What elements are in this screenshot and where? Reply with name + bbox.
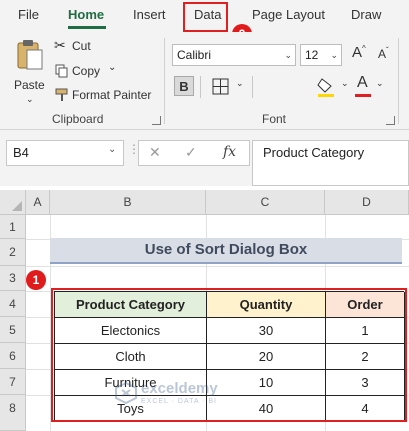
tab-insert[interactable]: Insert [133,7,166,22]
font-group-label: Font [262,112,287,126]
insert-function-button[interactable]: fx [223,144,236,160]
column-header-c[interactable]: C [206,190,325,215]
worksheet-grid: A B C D 1 2 3 4 5 6 7 8 Use of Sort Dial… [0,190,409,431]
clipboard-launcher-icon[interactable] [152,116,161,125]
toolbar-separator [252,76,253,98]
column-header-a[interactable]: A [26,190,50,215]
fill-color-icon[interactable] [316,76,338,98]
tab-draw[interactable]: Draw [351,7,381,22]
toolbar-separator [200,76,201,98]
cut-button[interactable]: Cut [72,39,91,53]
formula-buttons: ✕ ✓ fx [138,140,250,166]
step-badge-1: 1 [26,270,46,290]
tab-file[interactable]: File [18,7,39,22]
sheet-title-cell[interactable]: Use of Sort Dialog Box [50,238,402,264]
borders-icon[interactable] [212,78,230,96]
font-color-icon[interactable]: A [357,74,368,92]
font-color-swatch [355,94,371,97]
tab-page-layout[interactable]: Page Layout [252,7,325,22]
copy-button[interactable]: Copy [72,64,100,78]
bold-button[interactable]: B [174,76,194,96]
row-header-4[interactable]: 4 [0,291,26,317]
row-header-7[interactable]: 7 [0,369,26,395]
cancel-icon[interactable]: ✕ [149,144,161,161]
row-header-2[interactable]: 2 [0,239,26,266]
row-header-6[interactable]: 6 [0,343,26,369]
paste-dropdown-icon[interactable]: ⌄ [26,94,34,105]
gridline [26,266,409,267]
increase-font-icon[interactable]: A^ [352,44,366,61]
name-box[interactable]: B4 [6,140,124,166]
group-divider [398,38,399,124]
decrease-font-icon[interactable]: Aˇ [378,46,389,61]
font-launcher-icon[interactable] [386,116,395,125]
format-painter-button[interactable]: Format Painter [72,88,151,102]
row-header-8[interactable]: 8 [0,395,26,431]
active-tab-indicator [68,26,106,29]
scissors-icon: ✂ [54,37,66,53]
format-painter-icon [55,88,68,101]
clipboard-icon [17,40,43,70]
data-tab-highlight [183,2,228,32]
row-header-1[interactable]: 1 [0,215,26,239]
column-header-d[interactable]: D [325,190,409,215]
tab-home[interactable]: Home [68,7,104,22]
font-name-select[interactable]: Calibri ⌄ [172,44,296,66]
formula-input[interactable]: Product Category [252,140,409,186]
clipboard-group-label: Clipboard [52,112,104,126]
chevron-down-icon: ⌄ [330,50,338,60]
copy-icon [55,64,68,78]
font-size-select[interactable]: 12 ⌄ [300,44,342,66]
enter-icon[interactable]: ✓ [185,144,197,161]
column-header-b[interactable]: B [50,190,206,215]
name-box-dropdown-icon[interactable]: ⌄ [108,144,116,155]
group-divider [164,38,165,124]
select-all-corner[interactable] [0,190,26,215]
row-header-3[interactable]: 3 [0,266,26,291]
paste-label: Paste [14,78,45,92]
font-size-value: 12 [305,48,319,62]
copy-dropdown-icon[interactable]: ⌄ [108,62,116,73]
paste-button[interactable]: Paste ⌄ [10,38,50,104]
borders-dropdown-icon[interactable]: ⌄ [236,78,244,89]
font-color-dropdown-icon[interactable]: ⌄ [376,78,384,89]
chevron-down-icon: ⌄ [284,50,292,60]
fill-dropdown-icon[interactable]: ⌄ [341,78,349,89]
font-name-value: Calibri [177,48,212,62]
ribbon-tab-bar: File Home Insert Data Page Layout Draw [0,0,409,32]
formula-bar: B4 ⌄ ⋮ ✕ ✓ fx Product Category [0,130,409,186]
selection-highlight [51,288,407,422]
row-header-5[interactable]: 5 [0,317,26,343]
ribbon-home: Paste ⌄ ✂ Cut Copy ⌄ Format Painter Clip… [0,32,409,130]
